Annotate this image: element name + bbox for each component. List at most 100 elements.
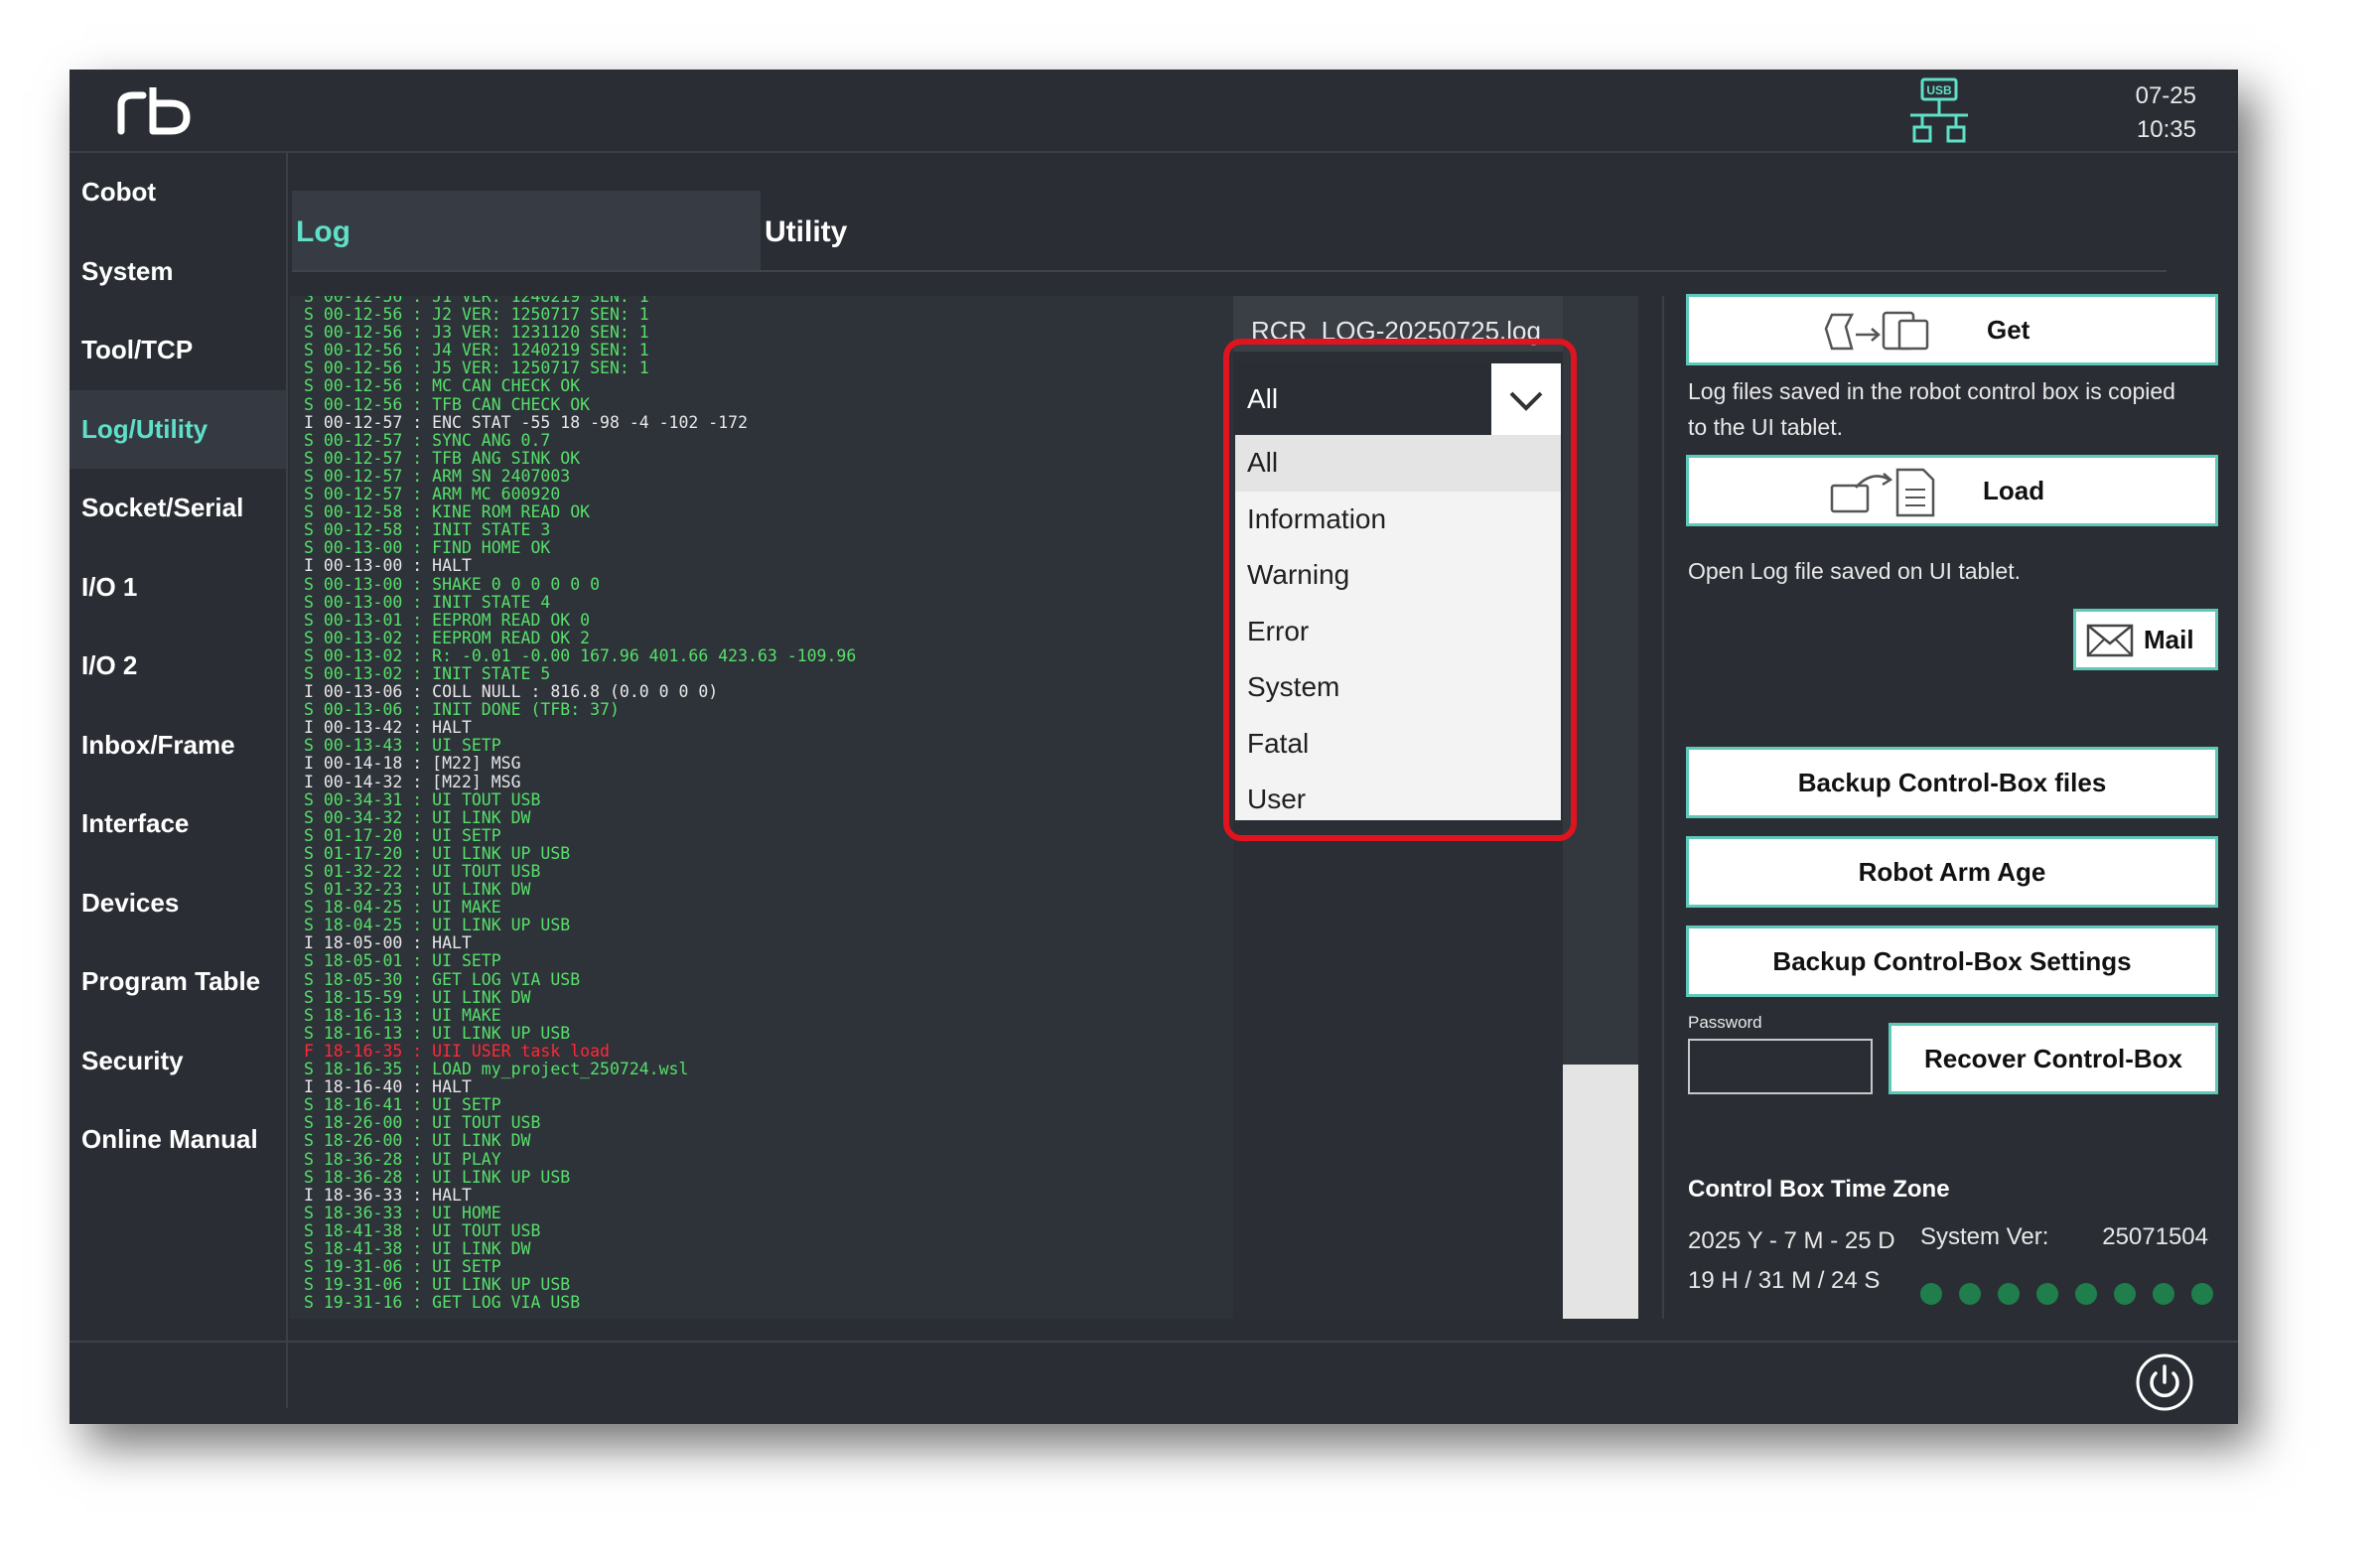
log-line: S 18-26-00 : UI TOUT USB — [304, 1113, 541, 1133]
status-indicators — [1920, 1283, 2213, 1305]
status-indicator-dot — [1920, 1283, 1942, 1305]
log-line: I 18-16-40 : HALT — [304, 1077, 472, 1097]
sidebar-item-security[interactable]: Security — [70, 1022, 286, 1101]
log-line: S 00-12-56 : J2 VER: 1250717 SEN: 1 — [304, 305, 649, 325]
sidebar-item-cobot[interactable]: Cobot — [70, 153, 286, 232]
log-line: S 00-34-31 : UI TOUT USB — [304, 789, 541, 809]
log-line: S 18-16-35 : LOAD my_project_250724.wsl — [304, 1060, 689, 1079]
tab-log[interactable]: Log — [292, 191, 761, 272]
sidebar-item-io2[interactable]: I/O 2 — [70, 627, 286, 706]
get-button-label: Get — [1987, 315, 2030, 345]
sidebar-item-tool-tcp[interactable]: Tool/TCP — [70, 311, 286, 390]
log-line: I 00-14-18 : [M22] MSG — [304, 754, 521, 774]
log-line: S 18-36-33 : UI HOME — [304, 1203, 501, 1222]
tab-utility[interactable]: Utility — [765, 191, 1062, 272]
get-description: Log files saved in the robot control box… — [1688, 378, 2175, 440]
app-window: USB 07-25 10:35 Cobot System Tool/TCP Lo… — [70, 70, 2238, 1424]
log-line: S 18-16-41 : UI SETP — [304, 1095, 501, 1115]
status-indicator-dot — [2153, 1283, 2174, 1305]
log-line: S 00-34-32 : UI LINK DW — [304, 807, 531, 827]
sidebar-item-online-manual[interactable]: Online Manual — [70, 1100, 286, 1180]
sidebar-item-socket-serial[interactable]: Socket/Serial — [70, 469, 286, 548]
log-line: S 00-12-56 : MC CAN CHECK OK — [304, 376, 581, 396]
backup-control-box-settings-button[interactable]: Backup Control-Box Settings — [1686, 925, 2218, 997]
sidebar-item-system[interactable]: System — [70, 232, 286, 312]
log-line: S 18-36-28 : UI PLAY — [304, 1149, 501, 1169]
log-line: S 18-05-01 : UI SETP — [304, 951, 501, 971]
log-line: S 18-36-28 : UI LINK UP USB — [304, 1167, 571, 1187]
log-line: S 00-13-43 : UI SETP — [304, 736, 501, 756]
backup-control-box-files-button[interactable]: Backup Control-Box files — [1686, 747, 2218, 818]
log-line: S 00-12-57 : ARM MC 600920 — [304, 485, 561, 504]
sidebar-item-interface[interactable]: Interface — [70, 784, 286, 864]
system-version-value: 25071504 — [2102, 1223, 2208, 1250]
log-line: I 00-13-42 : HALT — [304, 718, 472, 738]
log-line: I 00-14-32 : [M22] MSG — [304, 772, 521, 791]
sidebar: Cobot System Tool/TCP Log/Utility Socket… — [70, 153, 288, 1408]
log-line: I 18-05-00 : HALT — [304, 933, 472, 953]
status-indicator-dot — [2114, 1283, 2136, 1305]
status-indicator-dot — [1959, 1283, 1981, 1305]
clock-time: 10:35 — [2136, 116, 2196, 143]
tab-divider — [292, 270, 2167, 272]
log-line: S 00-12-56 : J3 VER: 1231120 SEN: 1 — [304, 323, 649, 343]
envelope-icon — [2086, 624, 2134, 657]
log-line: S 18-41-38 : UI LINK DW — [304, 1238, 531, 1258]
log-line: S 18-41-38 : UI TOUT USB — [304, 1220, 541, 1240]
log-line: S 19-31-16 : GET LOG VIA USB — [304, 1293, 581, 1313]
log-line: S 00-13-02 : EEPROM READ OK 2 — [304, 628, 591, 647]
log-line: S 00-12-58 : KINE ROM READ OK — [304, 502, 591, 522]
load-button[interactable]: Load — [1686, 455, 2218, 526]
log-line: S 00-12-56 : J5 VER: 1250717 SEN: 1 — [304, 358, 649, 378]
log-line: S 00-12-57 : TFB ANG SINK OK — [304, 448, 581, 468]
log-scrollbar-thumb[interactable] — [1563, 1065, 1638, 1319]
log-line: S 19-31-06 : UI SETP — [304, 1257, 501, 1277]
robot-arm-age-button[interactable]: Robot Arm Age — [1686, 836, 2218, 908]
sidebar-item-inbox-frame[interactable]: Inbox/Frame — [70, 706, 286, 785]
status-indicator-dot — [2075, 1283, 2097, 1305]
rb-logo — [117, 87, 191, 135]
log-line: S 00-13-01 : EEPROM READ OK 0 — [304, 610, 591, 630]
status-indicator-dot — [1998, 1283, 2020, 1305]
log-line: S 00-13-02 : R: -0.01 -0.00 167.96 401.6… — [304, 645, 857, 665]
log-line: S 01-17-20 : UI SETP — [304, 825, 501, 845]
load-description: Open Log file saved on UI tablet. — [1688, 558, 2021, 584]
tablet-open-file-icon — [1830, 468, 1935, 517]
sidebar-item-devices[interactable]: Devices — [70, 864, 286, 943]
recover-control-box-button[interactable]: Recover Control-Box — [1889, 1023, 2218, 1094]
log-line: I 00-12-57 : ENC STAT -55 18 -98 -4 -102… — [304, 412, 749, 432]
log-line: S 00-13-00 : SHAKE 0 0 0 0 0 0 — [304, 574, 601, 594]
log-line: I 18-36-33 : HALT — [304, 1185, 472, 1205]
log-line: S 00-12-56 : TFB CAN CHECK OK — [304, 394, 591, 414]
log-line: S 00-13-06 : INIT DONE (TFB: 37) — [304, 700, 620, 720]
password-input[interactable] — [1688, 1039, 1873, 1094]
sidebar-item-program-table[interactable]: Program Table — [70, 942, 286, 1022]
log-line: I 00-13-06 : COLL NULL : 816.8 (0.0 0 0 … — [304, 682, 719, 702]
timezone-date: 2025 Y - 7 M - 25 D — [1688, 1227, 1895, 1254]
password-label: Password — [1688, 1013, 1762, 1032]
status-indicator-dot — [2191, 1283, 2213, 1305]
log-line: S 19-31-06 : UI LINK UP USB — [304, 1275, 571, 1295]
log-line: I 00-13-00 : HALT — [304, 556, 472, 576]
sidebar-item-log-utility[interactable]: Log/Utility — [70, 389, 286, 469]
log-line: S 00-13-00 : INIT STATE 4 — [304, 592, 551, 612]
get-button[interactable]: Get — [1686, 294, 2218, 365]
log-line: S 00-12-57 : SYNC ANG 0.7 — [304, 430, 551, 450]
status-indicator-dot — [2036, 1283, 2058, 1305]
load-button-label: Load — [1983, 476, 2045, 505]
log-line: S 18-04-25 : UI MAKE — [304, 898, 501, 918]
log-line: S 18-16-13 : UI LINK UP USB — [304, 1023, 571, 1043]
system-version-label: System Ver: — [1920, 1223, 2049, 1250]
log-line: S 18-05-30 : GET LOG VIA USB — [304, 969, 581, 989]
top-bar: USB 07-25 10:35 — [70, 70, 2238, 153]
sidebar-item-io1[interactable]: I/O 1 — [70, 548, 286, 628]
highlight-annotation — [1223, 339, 1577, 841]
clock: 07-25 10:35 — [2136, 79, 2196, 147]
log-line: S 18-16-13 : UI MAKE — [304, 1005, 501, 1025]
timezone-time: 19 H / 31 M / 24 S — [1688, 1267, 1881, 1294]
log-line: S 00-13-02 : INIT STATE 5 — [304, 663, 551, 683]
mail-button[interactable]: Mail — [2073, 609, 2218, 670]
power-icon[interactable] — [2135, 1352, 2194, 1412]
log-line: F 18-16-35 : UII USER task load — [304, 1041, 610, 1061]
panel-divider — [1662, 296, 1664, 1319]
